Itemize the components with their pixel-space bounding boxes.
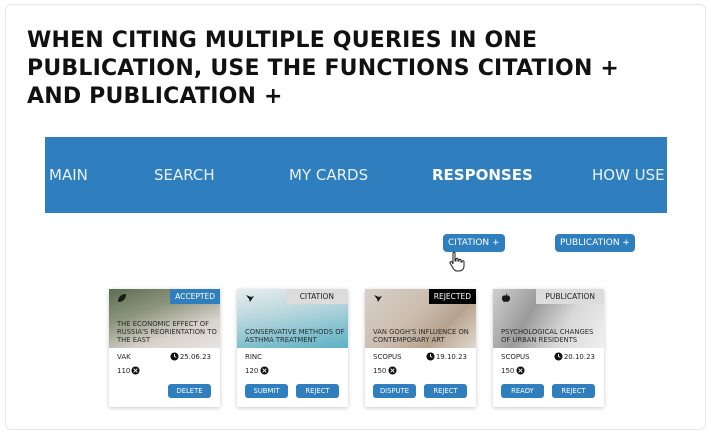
headline-line-3: AND PUBLICATION + [27, 84, 283, 109]
card-source: SCOPUS [373, 353, 402, 361]
card-image: CITATION CONSERVATIVE METHODS OF ASTHMA … [237, 289, 348, 348]
card-title: CONSERVATIVE METHODS OF ASTHMA TREATMENT [245, 328, 345, 344]
response-card: CITATION CONSERVATIVE METHODS OF ASTHMA … [237, 289, 348, 407]
nav-item-main[interactable]: MAIN [49, 166, 88, 184]
status-badge: PUBLICATION [536, 289, 604, 304]
card-count: 150 [373, 367, 387, 375]
headline: WHEN CITING MULTIPLE QUERIES IN ONE PUBL… [27, 27, 647, 111]
status-badge: REJECTED [428, 289, 476, 304]
card-source: RINC [245, 353, 263, 361]
ready-button[interactable]: READY [501, 384, 544, 398]
card-date: 19.10.23 [435, 353, 467, 361]
response-card: REJECTED VAN GOGH'S INFLUENCE ON CONTEMP… [365, 289, 476, 407]
leaf-icon [118, 294, 126, 302]
card-source: SCOPUS [501, 353, 530, 361]
nav-item-my-cards[interactable]: MY CARDS [289, 166, 368, 184]
headline-line-1: WHEN CITING MULTIPLE QUERIES IN ONE [27, 28, 538, 53]
clock-icon [554, 352, 563, 361]
status-badge: CITATION [285, 289, 348, 304]
hand-cursor-icon [449, 251, 465, 272]
coin-icon [516, 366, 525, 375]
clock-icon [426, 352, 435, 361]
card-image: PUBLICATION PSYCHOLOGICAL CHANGES OF URB… [493, 289, 604, 348]
card-count: 120 [245, 367, 259, 375]
card-count: 150 [501, 367, 515, 375]
bird-icon [374, 295, 382, 302]
delete-button[interactable]: DELETE [168, 384, 211, 398]
clock-icon [170, 352, 179, 361]
card-date: 25.06.23 [179, 353, 211, 361]
dispute-button[interactable]: DISPUTE [373, 384, 416, 398]
citation-plus-button[interactable]: CITATION + [443, 234, 505, 252]
submit-button[interactable]: SUBMIT [245, 384, 288, 398]
headline-line-2: PUBLICATION, USE THE FUNCTIONS CITATION … [27, 56, 620, 81]
card-title: THE ECONOMIC EFFECT OF RUSSIA'S REORIENT… [117, 320, 217, 344]
nav-item-search[interactable]: SEARCH [154, 166, 215, 184]
status-badge: ACCEPTED [170, 289, 220, 304]
response-card: PUBLICATION PSYCHOLOGICAL CHANGES OF URB… [493, 289, 604, 407]
nav-item-responses[interactable]: RESPONSES [432, 166, 533, 184]
card-title: VAN GOGH'S INFLUENCE ON CONTEMPORARY ART [373, 328, 469, 344]
card-image: REJECTED VAN GOGH'S INFLUENCE ON CONTEMP… [365, 289, 476, 348]
coin-icon [388, 366, 397, 375]
response-card: ACCEPTED THE ECONOMIC EFFECT OF RUSSIA'S… [109, 289, 220, 407]
card-image: ACCEPTED THE ECONOMIC EFFECT OF RUSSIA'S… [109, 289, 220, 348]
card-count: 110 [117, 367, 131, 375]
bird-icon [246, 295, 254, 302]
card-title: PSYCHOLOGICAL CHANGES OF URBAN RESIDENTS [501, 328, 594, 344]
coin-icon [260, 366, 269, 375]
nav-item-how-use[interactable]: HOW USE [592, 166, 665, 184]
publication-plus-button[interactable]: PUBLICATION + [555, 234, 635, 252]
reject-button[interactable]: REJECT [552, 384, 595, 398]
coin-icon [131, 366, 140, 375]
top-navigation: MAIN SEARCH MY CARDS RESPONSES HOW USE [45, 137, 667, 213]
apple-icon [501, 293, 511, 302]
card-source: VAK [117, 353, 131, 361]
card-date: 20.10.23 [563, 353, 595, 361]
reject-button[interactable]: REJECT [296, 384, 339, 398]
reject-button[interactable]: REJECT [424, 384, 467, 398]
